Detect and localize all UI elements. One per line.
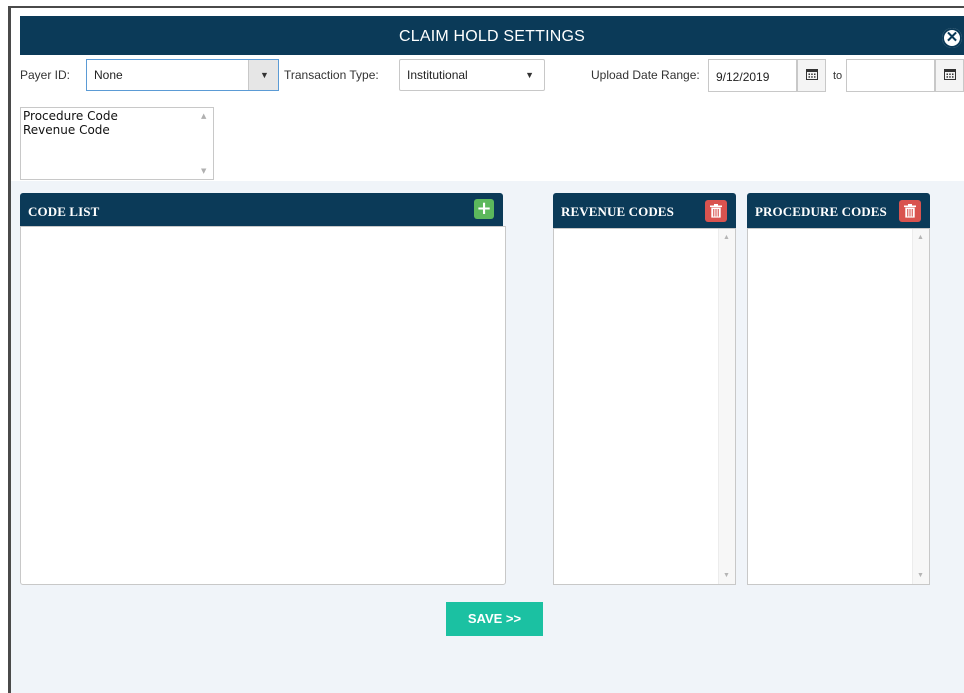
listbox-option[interactable]: Revenue Code: [21, 123, 213, 137]
delete-revenue-codes-button[interactable]: [705, 200, 727, 222]
code-list-body[interactable]: [20, 226, 506, 585]
calendar-icon: [806, 69, 818, 80]
code-list-title: CODE LIST: [28, 204, 100, 219]
revenue-codes-header: REVENUE CODES: [553, 193, 736, 228]
transaction-type-label: Transaction Type:: [284, 68, 379, 82]
trash-icon: [904, 204, 916, 218]
procedure-codes-scrollbar[interactable]: ▲ ▼: [912, 229, 929, 584]
transaction-type-select[interactable]: Institutional ▼: [399, 59, 545, 91]
date-from-value: 9/12/2019: [716, 70, 770, 84]
trash-icon: [710, 204, 722, 218]
procedure-codes-header: PROCEDURE CODES: [747, 193, 930, 228]
scroll-up-icon[interactable]: ▲: [201, 112, 206, 120]
listbox-scrollbar[interactable]: ▲ ▼: [197, 108, 213, 179]
date-from-calendar-button[interactable]: [797, 59, 826, 92]
payer-id-select[interactable]: None ▼: [86, 59, 279, 91]
code-type-listbox[interactable]: Procedure Code Revenue Code ▲ ▼: [20, 107, 214, 180]
scroll-up-icon[interactable]: ▲: [723, 234, 730, 241]
date-to-calendar-button[interactable]: [935, 59, 964, 92]
delete-procedure-codes-button[interactable]: [899, 200, 921, 222]
plus-icon: +: [476, 198, 492, 219]
dialog-title: CLAIM HOLD SETTINGS: [398, 28, 586, 45]
scroll-up-icon[interactable]: ▲: [917, 234, 924, 241]
date-to-input[interactable]: [846, 59, 935, 92]
scroll-down-icon[interactable]: ▼: [917, 572, 924, 579]
payer-dropdown-button[interactable]: ▼: [248, 60, 278, 90]
date-to-label: to: [833, 70, 843, 82]
caret-down-icon: ▼: [525, 70, 534, 80]
calendar-icon: [944, 69, 956, 80]
date-from-input[interactable]: 9/12/2019: [708, 59, 797, 92]
procedure-codes-title: PROCEDURE CODES: [755, 204, 887, 219]
add-code-button[interactable]: +: [474, 199, 494, 219]
save-button[interactable]: SAVE >>: [446, 602, 543, 636]
transaction-type-value: Institutional: [407, 68, 468, 82]
payer-id-label: Payer ID:: [20, 68, 71, 82]
revenue-codes-title: REVENUE CODES: [561, 204, 674, 219]
code-list-header: CODE LIST +: [20, 193, 503, 226]
screen: CLAIM HOLD SETTINGS ✕ Payer ID: None ▼ T…: [0, 0, 964, 693]
claim-hold-settings-dialog: CLAIM HOLD SETTINGS ✕ Payer ID: None ▼ T…: [11, 8, 964, 693]
revenue-codes-scrollbar[interactable]: ▲ ▼: [718, 229, 735, 584]
upload-date-range-label: Upload Date Range:: [591, 68, 700, 82]
revenue-codes-list[interactable]: ▲ ▼: [553, 228, 736, 585]
listbox-option[interactable]: Procedure Code: [21, 109, 213, 123]
procedure-codes-list[interactable]: ▲ ▼: [747, 228, 930, 585]
dialog-titlebar: CLAIM HOLD SETTINGS ✕: [20, 16, 964, 55]
caret-down-icon: ▼: [260, 70, 269, 80]
payer-id-value: None: [94, 68, 123, 82]
scroll-down-icon[interactable]: ▼: [201, 167, 206, 175]
close-icon[interactable]: ✕: [942, 28, 962, 48]
scroll-down-icon[interactable]: ▼: [723, 572, 730, 579]
